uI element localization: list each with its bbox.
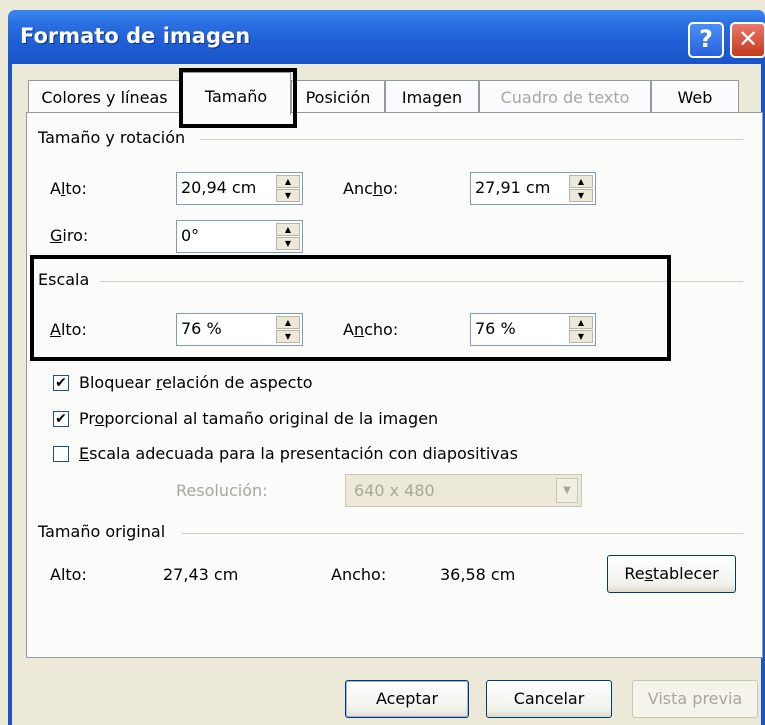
- down-arrow-icon[interactable]: ▼: [276, 237, 300, 250]
- height-label: Alto:: [50, 179, 87, 198]
- original-width-label: Ancho:: [331, 565, 387, 584]
- width-stepper[interactable]: 27,91 cm ▲ ▼: [470, 172, 596, 205]
- reset-button[interactable]: Restablecer: [607, 555, 736, 593]
- scale-height-stepper[interactable]: 76 % ▲ ▼: [176, 313, 303, 346]
- chevron-down-icon: ▼: [556, 478, 578, 503]
- width-label: Ancho:: [343, 179, 399, 198]
- down-arrow-icon[interactable]: ▼: [569, 189, 593, 202]
- height-value: 20,94 cm: [181, 178, 257, 197]
- scale-width-value: 76 %: [475, 319, 516, 338]
- up-arrow-icon[interactable]: ▲: [276, 316, 300, 329]
- lock-aspect-label[interactable]: Bloquear relación de aspecto: [79, 373, 313, 392]
- up-arrow-icon[interactable]: ▲: [569, 175, 593, 188]
- rotation-label: Giro:: [50, 226, 89, 245]
- down-arrow-icon[interactable]: ▼: [569, 330, 593, 343]
- scale-width-stepper[interactable]: 76 % ▲ ▼: [470, 313, 596, 346]
- tab-posicion[interactable]: Posición: [291, 80, 385, 114]
- group-title-original-size: Tamaño original: [38, 522, 174, 541]
- down-arrow-icon[interactable]: ▼: [276, 330, 300, 343]
- cancel-button[interactable]: Cancelar: [486, 680, 612, 718]
- scale-height-label: Alto:: [50, 320, 87, 339]
- scale-height-value: 76 %: [181, 319, 222, 338]
- up-arrow-icon[interactable]: ▲: [276, 223, 300, 236]
- close-button[interactable]: ✕: [730, 22, 765, 58]
- preview-button: Vista previa: [632, 680, 758, 718]
- original-height-label: Alto:: [50, 565, 87, 584]
- group-divider: [200, 139, 743, 140]
- rotation-stepper[interactable]: 0° ▲ ▼: [176, 220, 303, 253]
- best-scale-label[interactable]: Escala adecuada para la presentación con…: [79, 444, 518, 463]
- best-scale-checkbox[interactable]: [53, 446, 69, 462]
- group-title-size-rotation: Tamaño y rotación: [38, 128, 194, 147]
- relative-original-label[interactable]: Proporcional al tamaño original de la im…: [79, 409, 438, 428]
- tab-web[interactable]: Web: [651, 80, 739, 114]
- width-value: 27,91 cm: [475, 178, 551, 197]
- group-title-scale: Escala: [38, 270, 98, 289]
- height-stepper[interactable]: 20,94 cm ▲ ▼: [176, 172, 303, 205]
- tab-tamano[interactable]: Tamaño: [181, 72, 291, 115]
- group-divider: [182, 533, 743, 534]
- up-arrow-icon[interactable]: ▲: [569, 316, 593, 329]
- relative-original-checkbox[interactable]: ✔: [53, 411, 69, 427]
- lock-aspect-checkbox[interactable]: ✔: [53, 375, 69, 391]
- group-divider: [100, 281, 743, 282]
- title-bar[interactable]: Formato de imagen ? ✕: [8, 10, 765, 64]
- original-height-value: 27,43 cm: [163, 565, 239, 584]
- down-arrow-icon[interactable]: ▼: [276, 189, 300, 202]
- scale-width-label: Ancho:: [343, 320, 399, 339]
- tab-cuadro-de-texto: Cuadro de texto: [479, 80, 651, 114]
- resolution-value: 640 x 480: [354, 481, 435, 500]
- up-arrow-icon[interactable]: ▲: [276, 175, 300, 188]
- resolution-select: 640 x 480 ▼: [345, 474, 582, 507]
- tab-imagen[interactable]: Imagen: [385, 80, 479, 114]
- original-width-value: 36,58 cm: [440, 565, 516, 584]
- help-button[interactable]: ?: [688, 22, 724, 58]
- rotation-value: 0°: [181, 226, 200, 245]
- ok-button[interactable]: Aceptar: [345, 680, 469, 718]
- window-title: Formato de imagen: [20, 24, 251, 48]
- resolution-label: Resolución:: [176, 481, 268, 500]
- tab-colores-y-lineas[interactable]: Colores y líneas: [28, 80, 181, 114]
